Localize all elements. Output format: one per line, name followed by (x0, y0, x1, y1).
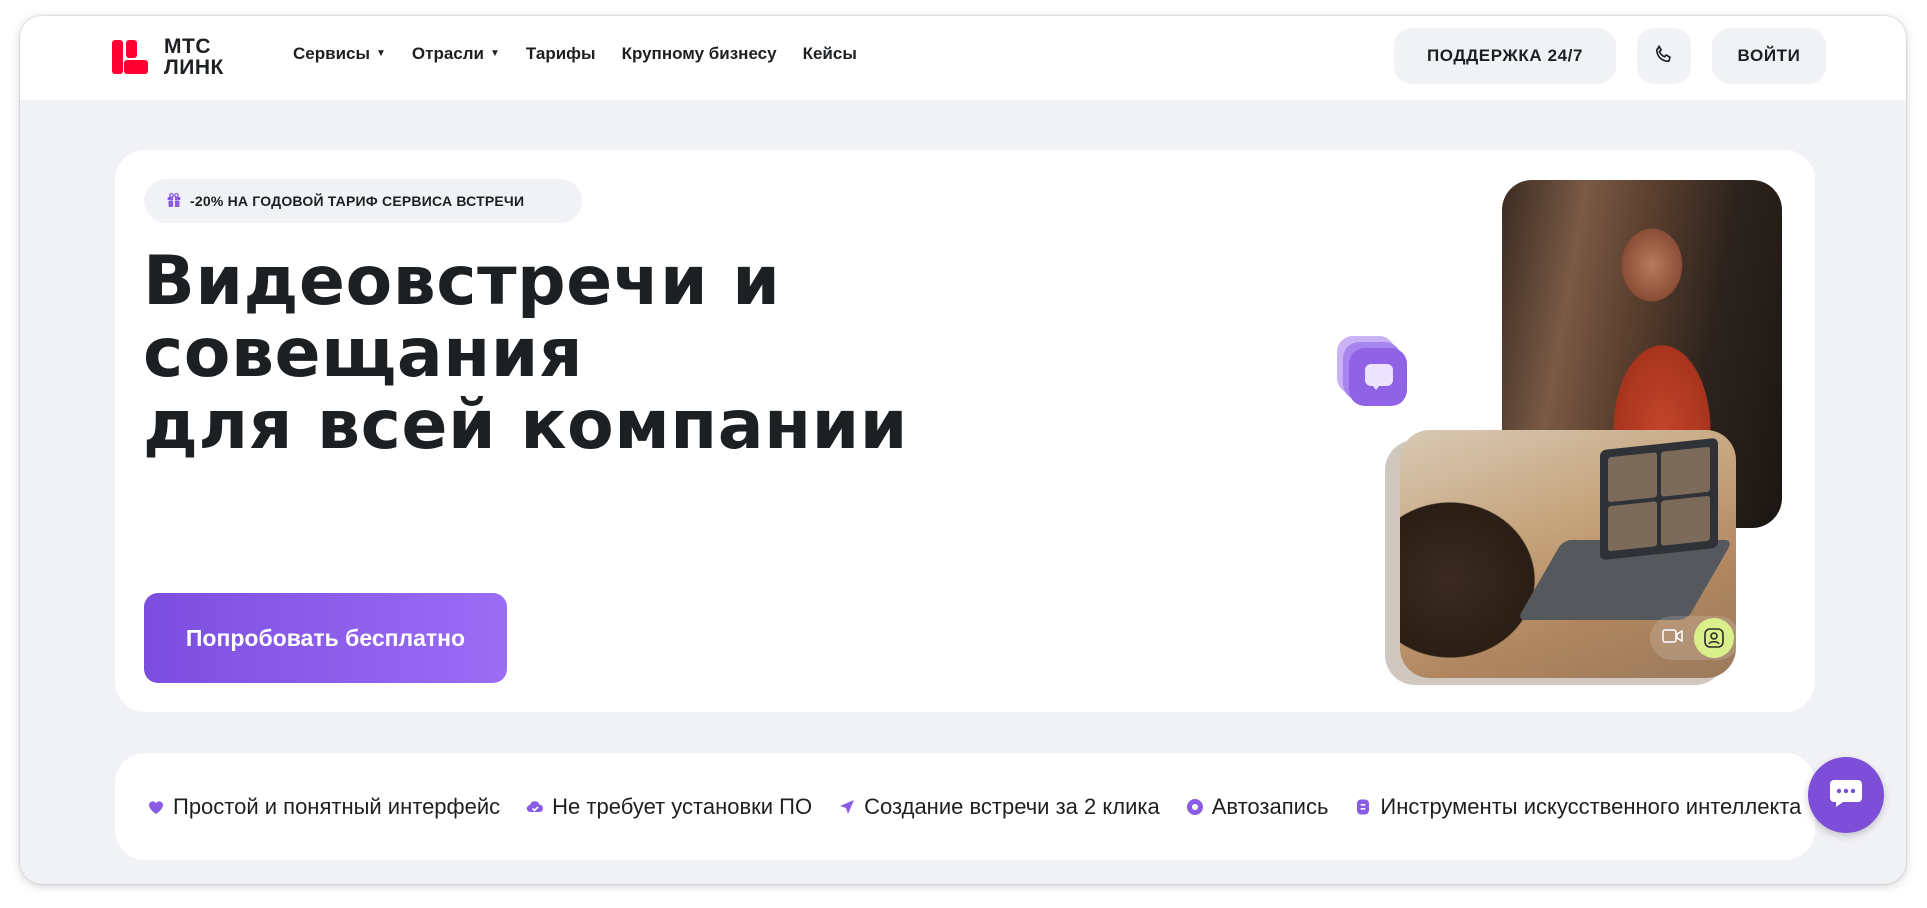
features-bar: Простой и понятный интерфейс Не требует … (115, 753, 1815, 860)
hero-title-line-1: Видеовстречи и совещания (143, 242, 781, 393)
feature-item: Не требует установки ПО (526, 794, 812, 820)
feature-item: Автозапись (1186, 793, 1329, 820)
hero-card: -20% НА ГОДОВОЙ ТАРИФ СЕРВИСА ВСТРЕЧИ Ви… (115, 150, 1815, 712)
gift-icon (166, 192, 182, 211)
nav-tariffs[interactable]: Тарифы (526, 44, 596, 64)
mts-logo-icon (112, 38, 148, 76)
feature-item: Создание встречи за 2 клика (838, 794, 1160, 820)
nav-tariffs-label: Тарифы (525, 44, 596, 63)
cloud-check-icon (526, 798, 544, 816)
chat-icon (1829, 778, 1863, 813)
chat-support-button[interactable] (1808, 757, 1884, 833)
feature-label: Не требует установки ПО (552, 793, 813, 819)
nav-industries[interactable]: Отрасли ▼ (412, 44, 500, 64)
logo-text: МТС ЛИНК (164, 36, 224, 78)
nav-enterprise-label: Крупному бизнесу (621, 44, 777, 63)
login-button[interactable]: ВОЙТИ (1712, 28, 1826, 84)
video-controls (1650, 616, 1736, 660)
promo-text: -20% НА ГОДОВОЙ ТАРИФ СЕРВИСА ВСТРЕЧИ (190, 193, 525, 209)
page-frame: МТС ЛИНК Сервисы ▼ Отрасли ▼ Тарифы Круп… (20, 16, 1906, 884)
feature-item: Простой и понятный интерфейс (147, 794, 500, 820)
caret-down-icon: ▼ (490, 48, 500, 59)
nav-cases-label: Кейсы (802, 44, 857, 63)
phone-icon (1653, 43, 1675, 70)
main-nav: Сервисы ▼ Отрасли ▼ Тарифы Крупному бизн… (293, 44, 857, 64)
try-free-button[interactable]: Попробовать бесплатно (144, 593, 507, 683)
ai-icon (1354, 798, 1372, 816)
site-header: МТС ЛИНК Сервисы ▼ Отрасли ▼ Тарифы Круп… (20, 16, 1906, 100)
nav-enterprise[interactable]: Крупному бизнесу (622, 44, 777, 64)
record-icon (1186, 798, 1204, 816)
feature-item: Инструменты искусственного интеллекта (1354, 794, 1801, 820)
feature-label: Простой и понятный интерфейс (173, 793, 501, 819)
logo[interactable]: МТС ЛИНК (112, 36, 224, 78)
support-button[interactable]: ПОДДЕРЖКА 24/7 (1394, 28, 1616, 84)
logo-line-1: МТС (164, 35, 211, 58)
feature-label: Инструменты искусственного интеллекта (1380, 793, 1802, 819)
heart-icon (147, 798, 165, 816)
feature-label: Автозапись (1211, 793, 1329, 819)
send-icon (838, 798, 856, 816)
feature-label: Создание встречи за 2 клика (864, 793, 1160, 819)
phone-button[interactable] (1637, 28, 1691, 84)
laptop-video-grid (1600, 437, 1718, 561)
caret-down-icon: ▼ (376, 48, 386, 59)
nav-services-label: Сервисы (293, 44, 370, 63)
hero-title: Видеовстречи и совещания для всей компан… (143, 246, 1243, 462)
promo-badge[interactable]: -20% НА ГОДОВОЙ ТАРИФ СЕРВИСА ВСТРЕЧИ (144, 179, 582, 223)
nav-industries-label: Отрасли (411, 44, 484, 63)
chat-bubble-icon (1337, 336, 1411, 410)
camera-icon (1662, 628, 1684, 649)
user-frame-icon (1694, 618, 1734, 658)
hero-title-line-2: для всей компании (143, 386, 908, 465)
nav-cases[interactable]: Кейсы (803, 44, 857, 64)
nav-services[interactable]: Сервисы ▼ (293, 44, 386, 64)
hero-photo-laptop (1400, 430, 1736, 678)
logo-line-2: ЛИНК (164, 56, 224, 79)
